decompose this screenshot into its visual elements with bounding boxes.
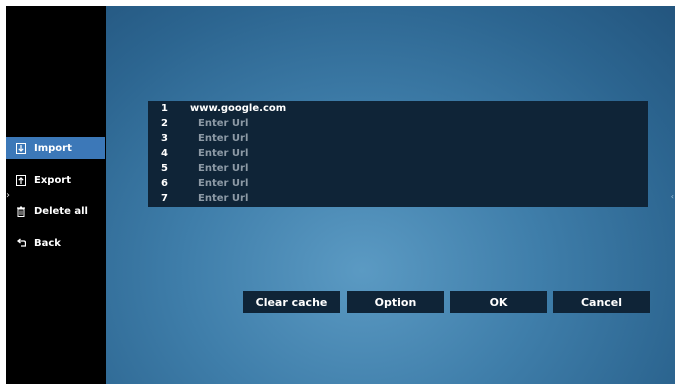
cancel-button[interactable]: Cancel <box>553 291 650 313</box>
sidebar-item-label: Delete all <box>34 205 88 217</box>
url-row-placeholder: Enter Url <box>198 133 249 144</box>
sidebar-item-delete-all[interactable]: Delete all <box>6 200 105 222</box>
import-icon <box>16 142 26 154</box>
export-icon <box>16 174 26 186</box>
url-row-placeholder: Enter Url <box>198 193 249 204</box>
url-row[interactable]: 1 www.google.com <box>148 101 648 116</box>
main-content: ‹ 1 www.google.com 2 Enter Url 3 Enter U… <box>106 6 675 384</box>
option-button[interactable]: Option <box>347 291 444 313</box>
screen: › Import Export Delete all Back ‹ 1 www.… <box>6 6 675 384</box>
url-row-number: 3 <box>161 133 168 144</box>
url-row-placeholder: Enter Url <box>198 178 249 189</box>
url-row-number: 5 <box>161 163 168 174</box>
url-row-number: 4 <box>161 148 168 159</box>
url-row-number: 6 <box>161 178 168 189</box>
clear-cache-button[interactable]: Clear cache <box>243 291 340 313</box>
url-row[interactable]: 3 Enter Url <box>148 131 648 146</box>
url-row-value: www.google.com <box>190 103 287 114</box>
ok-button[interactable]: OK <box>450 291 547 313</box>
chevron-left-icon[interactable]: ‹ <box>671 192 674 201</box>
url-row[interactable]: 2 Enter Url <box>148 116 648 131</box>
url-row-placeholder: Enter Url <box>198 118 249 129</box>
url-row[interactable]: 7 Enter Url <box>148 191 648 206</box>
sidebar-item-label: Back <box>34 237 61 249</box>
sidebar-item-label: Export <box>34 174 72 186</box>
url-row-placeholder: Enter Url <box>198 163 249 174</box>
back-icon <box>16 237 26 249</box>
url-row[interactable]: 5 Enter Url <box>148 161 648 176</box>
trash-icon <box>16 206 26 217</box>
url-row-number: 1 <box>161 103 168 114</box>
url-row-placeholder: Enter Url <box>198 148 249 159</box>
url-list: 1 www.google.com 2 Enter Url 3 Enter Url… <box>148 101 648 207</box>
sidebar-item-label: Import <box>34 142 72 154</box>
url-row-number: 7 <box>161 193 168 204</box>
sidebar: › Import Export Delete all Back <box>6 6 106 384</box>
sidebar-item-export[interactable]: Export <box>6 169 105 191</box>
sidebar-item-import[interactable]: Import <box>6 137 105 159</box>
url-row[interactable]: 4 Enter Url <box>148 146 648 161</box>
sidebar-item-back[interactable]: Back <box>6 232 105 254</box>
url-row-number: 2 <box>161 118 168 129</box>
url-row[interactable]: 6 Enter Url <box>148 176 648 191</box>
